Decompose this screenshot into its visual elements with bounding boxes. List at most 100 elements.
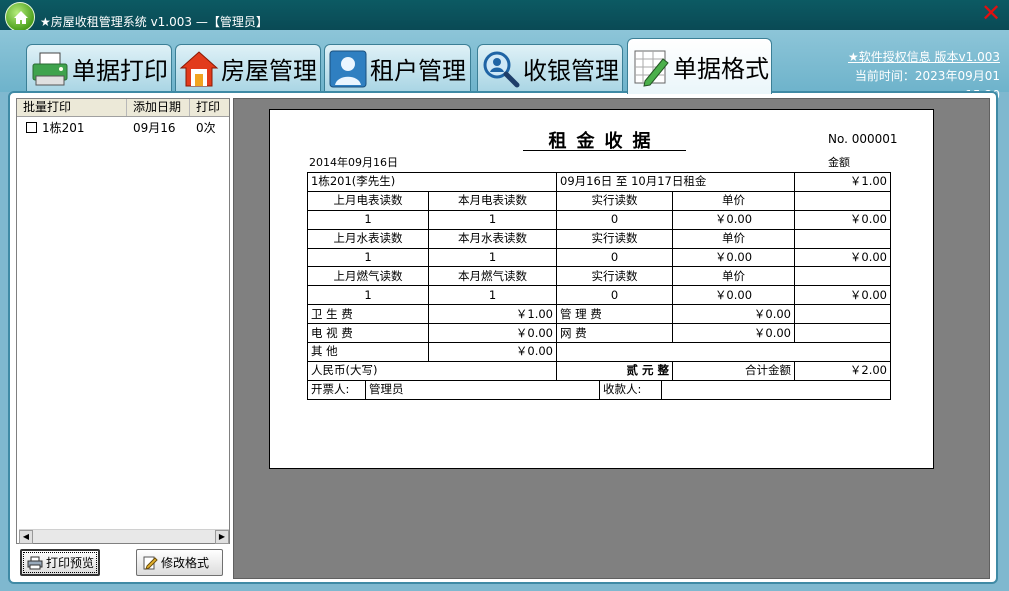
table-row: 1 1 0 ￥0.00 ￥0.00 — [307, 285, 891, 306]
receipt-number: No. 000001 — [828, 132, 898, 146]
empty-cell — [794, 323, 891, 344]
title-bar: ★房屋收租管理系统 v1.003 —【管理员】 ✕ — [0, 0, 1009, 32]
water-used-header: 实行读数 — [556, 228, 673, 249]
rent-cell: ￥1.00 — [794, 172, 891, 192]
elec-prev-value: 1 — [307, 209, 429, 230]
tab-label: 收银管理 — [523, 57, 619, 85]
receipt-title: 租金收据 — [523, 127, 686, 152]
table-row: 1栋201(李先生) 09月16日 至 10月17日租金 ￥1.00 — [307, 172, 891, 192]
pencil-edit-icon — [634, 50, 669, 87]
tab-label: 房屋管理 — [221, 57, 317, 85]
gas-amount-value: ￥0.00 — [794, 285, 891, 306]
signature-row: 开票人: 管理员 收款人: — [307, 379, 891, 400]
scroll-left-icon[interactable]: ◀ — [19, 530, 33, 544]
gas-used-value: 0 — [556, 285, 673, 306]
gas-used-header: 实行读数 — [556, 266, 673, 287]
table-row: 上月水表读数 本月水表读数 实行读数 单价 — [307, 228, 891, 249]
receipt-date: 2014年09月16日 — [309, 156, 398, 169]
modify-format-button[interactable]: 修改格式 — [136, 549, 223, 576]
table-row: 上月燃气读数 本月燃气读数 实行读数 单价 — [307, 266, 891, 287]
elec-used-header: 实行读数 — [556, 190, 673, 211]
issuer-value: 管理员 — [366, 381, 600, 399]
issuer-label: 开票人: — [309, 381, 366, 399]
column-print-count[interactable]: 打印 — [190, 99, 229, 116]
table-row: 卫 生 费 ￥1.00 管 理 费 ￥0.00 — [307, 304, 891, 325]
license-link[interactable]: ★软件授权信息 版本v1.003 — [820, 48, 1000, 67]
tab-receipt-print[interactable]: 单据打印 — [26, 44, 172, 92]
empty-cell — [794, 228, 891, 249]
empty-cell — [556, 342, 891, 362]
total-label: 合计金额 — [672, 360, 795, 381]
elec-curr-header: 本月电表读数 — [428, 190, 557, 211]
column-add-date[interactable]: 添加日期 — [127, 99, 190, 116]
list-header: 批量打印 添加日期 打印 — [17, 99, 229, 117]
scroll-right-icon[interactable]: ▶ — [215, 530, 229, 544]
tab-label: 单据打印 — [72, 57, 168, 85]
other-fee-value: ￥0.00 — [428, 342, 557, 362]
printer-icon — [27, 556, 43, 569]
format-edit-icon — [143, 556, 158, 570]
column-batch-print[interactable]: 批量打印 — [17, 99, 127, 116]
modify-format-label: 修改格式 — [161, 556, 210, 570]
management-fee-label: 管 理 费 — [556, 304, 673, 325]
sanitation-fee-value: ￥1.00 — [428, 304, 557, 325]
network-fee-value: ￥0.00 — [672, 323, 795, 344]
management-fee-value: ￥0.00 — [672, 304, 795, 325]
water-prev-header: 上月水表读数 — [307, 228, 429, 249]
list-item-date: 09月16 — [133, 121, 176, 135]
gas-curr-header: 本月燃气读数 — [428, 266, 557, 287]
receipt-amount-label: 金额 — [828, 156, 850, 169]
gas-curr-value: 1 — [428, 285, 557, 306]
main-panel: 批量打印 添加日期 打印 1栋201 09月16 0次 ◀ ▶ 打印预览 修改格… — [8, 91, 998, 584]
total-value: ￥2.00 — [794, 360, 891, 381]
tv-fee-label: 电 视 费 — [307, 323, 429, 344]
gas-price-value: ￥0.00 — [672, 285, 795, 306]
tenant-cell: 1栋201(李先生) — [307, 172, 557, 192]
sanitation-fee-label: 卫 生 费 — [307, 304, 429, 325]
list-item-name: 1栋201 — [42, 121, 85, 135]
elec-price-value: ￥0.00 — [672, 209, 795, 230]
other-fee-label: 其 他 — [307, 342, 429, 362]
tab-label: 租户管理 — [370, 57, 466, 85]
table-row: 上月电表读数 本月电表读数 实行读数 单价 — [307, 190, 891, 211]
gas-prev-header: 上月燃气读数 — [307, 266, 429, 287]
home-icon[interactable] — [5, 2, 35, 32]
house-icon — [179, 50, 219, 86]
tv-fee-value: ￥0.00 — [428, 323, 557, 344]
payee-value — [662, 381, 890, 398]
empty-cell — [794, 266, 891, 287]
tab-tenant-management[interactable]: 租户管理 — [324, 44, 471, 92]
empty-cell — [794, 190, 891, 211]
close-icon[interactable]: ✕ — [980, 1, 1002, 25]
table-row: 1 1 0 ￥0.00 ￥0.00 — [307, 209, 891, 230]
horizontal-scrollbar[interactable]: ◀ ▶ — [19, 529, 229, 544]
tab-receipt-format[interactable]: 单据格式 — [627, 38, 772, 94]
print-preview-area: 租金收据 No. 000001 2014年09月16日 金额 1栋201(李先生… — [233, 98, 990, 579]
tab-cashier-management[interactable]: 收银管理 — [477, 44, 623, 92]
water-price-value: ￥0.00 — [672, 247, 795, 268]
gas-prev-value: 1 — [307, 285, 429, 306]
magnifier-person-icon — [483, 51, 520, 87]
table-row: 人民币(大写) 贰 元 整 合计金额 ￥2.00 — [307, 360, 891, 381]
receipt-table: 1栋201(李先生) 09月16日 至 10月17日租金 ￥1.00 上月电表读… — [307, 172, 891, 400]
period-cell: 09月16日 至 10月17日租金 — [556, 172, 795, 192]
water-amount-value: ￥0.00 — [794, 247, 891, 268]
person-icon — [329, 50, 367, 87]
print-preview-label: 打印预览 — [46, 556, 95, 570]
table-row: 其 他 ￥0.00 — [307, 342, 891, 362]
print-preview-button[interactable]: 打印预览 — [20, 549, 100, 576]
elec-prev-header: 上月电表读数 — [307, 190, 429, 211]
printer-icon — [32, 52, 68, 85]
table-row: 开票人: 管理员 收款人: — [307, 379, 891, 400]
table-row: 1 1 0 ￥0.00 ￥0.00 — [307, 247, 891, 268]
elec-curr-value: 1 — [428, 209, 557, 230]
network-fee-label: 网 费 — [556, 323, 673, 344]
list-item-print-count: 0次 — [196, 121, 216, 135]
list-item[interactable]: 1栋201 09月16 0次 — [17, 119, 229, 137]
rmb-uppercase-amount: 贰 元 整 — [556, 360, 673, 381]
receipt-list: 批量打印 添加日期 打印 1栋201 09月16 0次 ◀ ▶ — [16, 98, 230, 544]
table-row: 电 视 费 ￥0.00 网 费 ￥0.00 — [307, 323, 891, 344]
water-curr-value: 1 — [428, 247, 557, 268]
list-item-checkbox[interactable] — [26, 122, 37, 133]
tab-house-management[interactable]: 房屋管理 — [175, 44, 321, 92]
